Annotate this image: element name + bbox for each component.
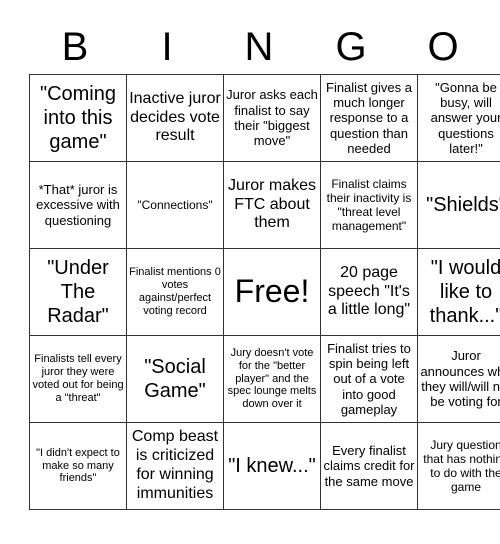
bingo-cell[interactable]: "Shields" (417, 161, 500, 249)
bingo-cell[interactable]: Finalist claims their inactivity is "thr… (320, 161, 418, 249)
bingo-cell[interactable]: Juror announces who they will/will not b… (417, 335, 500, 423)
grid-row: *That* juror is excessive with questioni… (29, 161, 500, 249)
bingo-cell[interactable]: Comp beast is criticized for winning imm… (126, 422, 224, 510)
grid-row: "I didn't expect to make so many friends… (29, 422, 500, 510)
bingo-cell[interactable]: Juror makes FTC about them (223, 161, 321, 249)
header-letter-o: O (427, 25, 459, 69)
bingo-cell[interactable]: Finalist tries to spin being left out of… (320, 335, 418, 423)
bingo-cell[interactable]: Finalist gives a much longer response to… (320, 74, 418, 162)
bingo-header: B I N G O (29, 22, 489, 72)
header-letter-n: N (244, 25, 274, 69)
bingo-grid: "Coming into this game" Inactive juror d… (29, 74, 500, 510)
header-letter-i: I (161, 25, 173, 69)
header-letter-g: G (335, 25, 367, 69)
bingo-cell[interactable]: "I knew..." (223, 422, 321, 510)
bingo-cell[interactable]: Every finalist claims credit for the sam… (320, 422, 418, 510)
bingo-cell[interactable]: Jury question that has nothing to do wit… (417, 422, 500, 510)
free-space-cell[interactable]: Free! (223, 248, 321, 336)
bingo-cell[interactable]: Finalist mentions 0 votes against/perfec… (126, 248, 224, 336)
bingo-cell[interactable]: Inactive juror decides vote result (126, 74, 224, 162)
grid-row: "Coming into this game" Inactive juror d… (29, 74, 500, 162)
bingo-cell[interactable]: Finalists tell every juror they were vot… (29, 335, 127, 423)
bingo-cell[interactable]: "Connections" (126, 161, 224, 249)
bingo-cell[interactable]: "Coming into this game" (29, 74, 127, 162)
grid-row: "Under The Radar" Finalist mentions 0 vo… (29, 248, 500, 336)
bingo-cell[interactable]: *That* juror is excessive with questioni… (29, 161, 127, 249)
bingo-cell[interactable]: "Social Game" (126, 335, 224, 423)
bingo-cell[interactable]: 20 page speech "It's a little long" (320, 248, 418, 336)
bingo-cell[interactable]: "Under The Radar" (29, 248, 127, 336)
header-letter-b: B (61, 25, 89, 69)
bingo-cell[interactable]: Juror asks each finalist to say their "b… (223, 74, 321, 162)
bingo-cell[interactable]: "I didn't expect to make so many friends… (29, 422, 127, 510)
bingo-cell[interactable]: "Gonna be busy, will answer your questio… (417, 74, 500, 162)
grid-row: Finalists tell every juror they were vot… (29, 335, 500, 423)
bingo-cell[interactable]: "I would like to thank..." (417, 248, 500, 336)
bingo-cell[interactable]: Jury doesn't vote for the "better player… (223, 335, 321, 423)
